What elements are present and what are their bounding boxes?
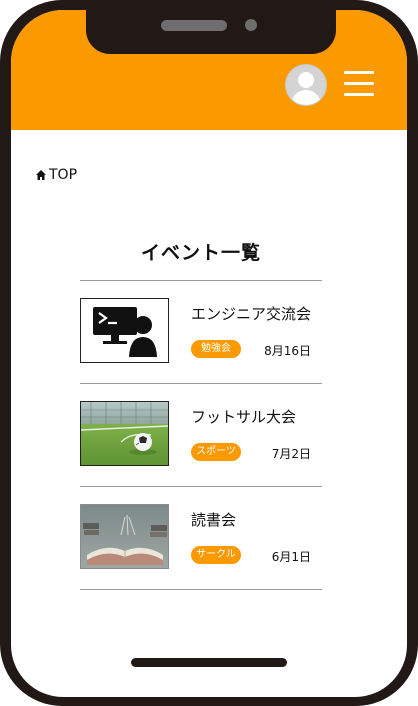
- speaker: [161, 20, 227, 31]
- avatar-head: [298, 72, 314, 88]
- camera-icon: [245, 19, 257, 31]
- list-item[interactable]: エンジニア交流会 勉強会 8月16日: [80, 281, 322, 383]
- breadcrumb[interactable]: TOP: [35, 167, 77, 183]
- home-indicator[interactable]: [131, 658, 287, 667]
- divider: [80, 589, 322, 590]
- open-book-photo-svg: [81, 505, 168, 568]
- list-item[interactable]: フットサル大会 スポーツ 7月2日: [80, 384, 322, 486]
- engineer-presentation-icon-svg: [93, 307, 157, 357]
- list-item[interactable]: 読書会 サークル 6月1日: [80, 487, 322, 589]
- event-title: 読書会: [191, 511, 237, 529]
- event-title: フットサル大会: [191, 408, 297, 426]
- event-title: エンジニア交流会: [191, 305, 312, 323]
- avatar-body: [291, 90, 321, 105]
- event-date: 8月16日: [264, 344, 311, 358]
- screen: TOP イベント一覧 エンジニア交流会 勉強会 8月16日 フットサル大会 スポ…: [11, 10, 407, 697]
- futsal-ball-photo-svg: [81, 402, 168, 465]
- open-book-photo: [80, 504, 169, 569]
- breadcrumb-label: TOP: [49, 167, 78, 183]
- notch: [86, 10, 336, 54]
- category-tag: 勉強会: [191, 340, 241, 358]
- phone-frame: TOP イベント一覧 エンジニア交流会 勉強会 8月16日 フットサル大会 スポ…: [0, 0, 418, 706]
- hamburger-menu-icon[interactable]: [344, 71, 374, 97]
- header: [11, 10, 407, 130]
- futsal-ball-photo: [80, 401, 169, 466]
- event-list: エンジニア交流会 勉強会 8月16日 フットサル大会 スポーツ 7月2日 読書会…: [80, 280, 322, 590]
- category-tag: スポーツ: [191, 443, 241, 461]
- category-tag: サークル: [191, 546, 241, 564]
- home-icon: [36, 170, 46, 180]
- page-title: イベント一覧: [140, 242, 261, 264]
- event-date: 7月2日: [271, 447, 311, 461]
- event-date: 6月1日: [271, 550, 311, 564]
- engineer-presentation-icon: [80, 298, 169, 363]
- avatar[interactable]: [285, 64, 327, 106]
